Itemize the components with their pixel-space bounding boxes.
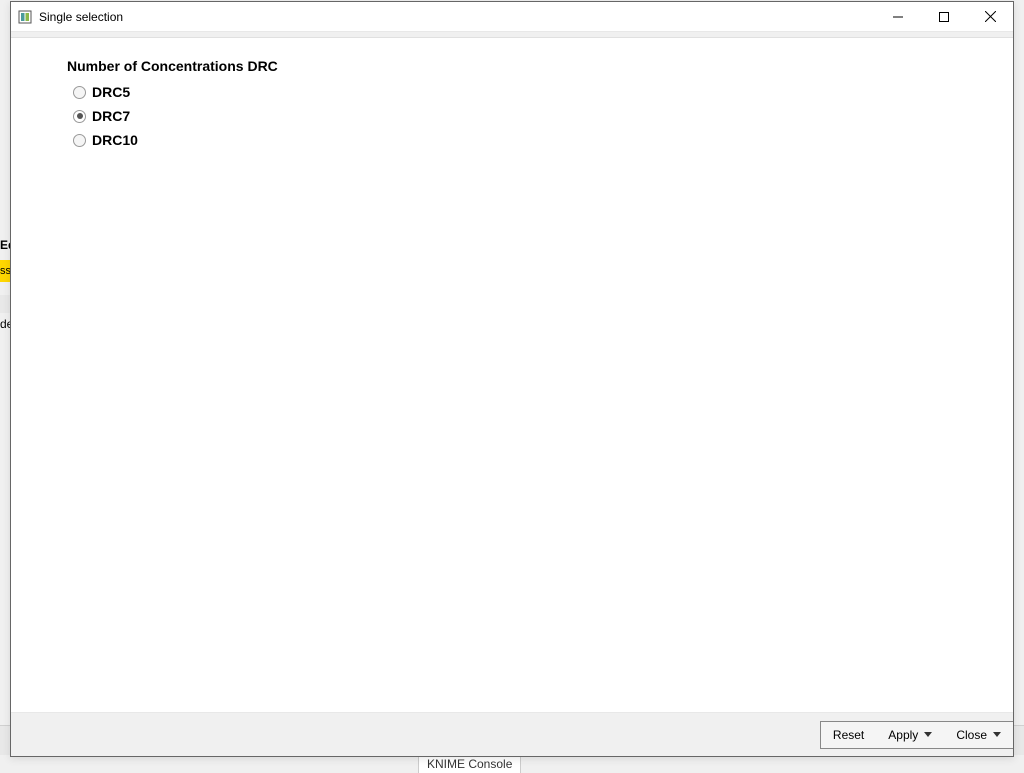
- dialog-button-bar: Reset Apply Close: [11, 712, 1013, 756]
- minimize-button[interactable]: [875, 2, 921, 31]
- radio-option-drc5[interactable]: DRC5: [73, 84, 1013, 100]
- radio-option-drc7[interactable]: DRC7: [73, 108, 1013, 124]
- titlebar: Single selection: [11, 2, 1013, 32]
- minimize-icon: [893, 12, 903, 22]
- radio-label: DRC5: [92, 84, 130, 100]
- window-controls: [875, 2, 1013, 31]
- background-gray-row: [0, 295, 10, 313]
- radio-option-drc10[interactable]: DRC10: [73, 132, 1013, 148]
- background-highlight-row: ss: [0, 260, 10, 282]
- chevron-down-icon: [993, 732, 1001, 737]
- radio-label: DRC10: [92, 132, 138, 148]
- apply-button-label: Apply: [888, 728, 918, 742]
- button-group: Reset Apply Close: [820, 721, 1013, 749]
- dialog-content: Number of Concentrations DRC DRC5 DRC7 D…: [11, 38, 1013, 712]
- close-icon: [985, 11, 996, 22]
- radio-group-label: Number of Concentrations DRC: [67, 58, 1013, 74]
- reset-button[interactable]: Reset: [821, 722, 876, 748]
- radio-group: DRC5 DRC7 DRC10: [67, 84, 1013, 148]
- chevron-down-icon: [924, 732, 932, 737]
- radio-selected-dot: [77, 113, 83, 119]
- reset-button-label: Reset: [833, 728, 864, 742]
- dialog-window: Single selection Number of Conce: [10, 1, 1014, 757]
- radio-button-icon: [73, 134, 86, 147]
- close-button[interactable]: Close: [944, 722, 1013, 748]
- radio-button-icon: [73, 86, 86, 99]
- close-window-button[interactable]: [967, 2, 1013, 31]
- maximize-icon: [939, 12, 949, 22]
- window-title: Single selection: [39, 10, 875, 24]
- apply-button[interactable]: Apply: [876, 722, 944, 748]
- app-icon: [17, 9, 33, 25]
- maximize-button[interactable]: [921, 2, 967, 31]
- close-button-label: Close: [956, 728, 987, 742]
- radio-label: DRC7: [92, 108, 130, 124]
- radio-button-icon: [73, 110, 86, 123]
